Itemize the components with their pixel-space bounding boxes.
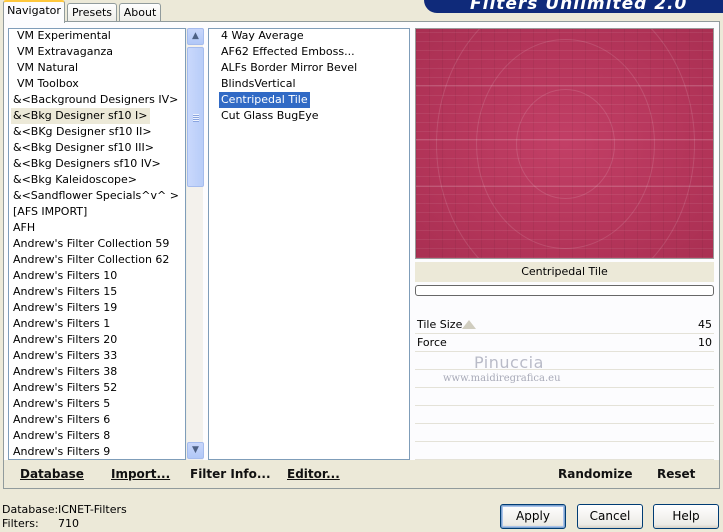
filter-info-button[interactable]: Filter Info... [190,460,271,488]
app-banner: Filters Unlimited 2.0 [424,0,723,13]
category-item[interactable]: Andrew's Filters 9 [11,444,112,459]
filter-item[interactable]: ALFs Border Mirror Bevel [219,60,359,76]
help-button[interactable]: Help [653,504,719,529]
category-item[interactable]: &<BKg Designer sf10 II> [11,124,154,140]
category-item[interactable]: VM Natural [15,60,80,76]
tab-about[interactable]: About [119,3,161,23]
param-empty-row [415,352,714,370]
category-item[interactable]: Andrew's Filters 19 [11,300,119,316]
app-title: Filters Unlimited 2.0 [470,0,688,13]
category-item[interactable]: &<Sandflower Specials^v^ > [11,188,181,204]
selected-filter-name: Centripedal Tile [415,262,714,282]
watermark-url: www.maidiregrafica.eu [443,373,561,384]
category-item[interactable]: Andrew's Filters 1 [11,316,112,332]
import-button[interactable]: Import... [111,460,170,488]
editor-label: Editor... [287,467,340,481]
category-scrollbar[interactable]: ▲ ▼ [186,28,204,460]
progress-bar [415,285,714,296]
cancel-button[interactable]: Cancel [577,504,643,529]
category-item[interactable]: VM Experimental [15,29,113,44]
slider-marker-icon [462,320,476,329]
category-list[interactable]: VM Experimental VM Extravaganza VM Natural… [8,28,186,460]
category-item[interactable]: &<Bkg Kaleidoscope> [11,172,139,188]
filter-item[interactable]: BlindsVertical [219,76,298,92]
filter-list[interactable]: 4 Way Average AF62 Effected Emboss... ALFs… [208,28,410,460]
bottom-toolbar: Database Import... Filter Info... Editor… [4,460,719,488]
param-label: Tile Size [417,318,463,331]
category-item[interactable]: Andrew's Filter Collection 62 [11,252,171,268]
category-item[interactable]: VM Toolbox [15,76,81,92]
param-empty-row [415,388,714,406]
category-item[interactable]: Andrew's Filters 6 [11,412,112,428]
param-empty-row [415,424,714,442]
category-item[interactable]: Andrew's Filters 52 [11,380,119,396]
param-empty-row [415,406,714,424]
scroll-up-button[interactable]: ▲ [187,28,204,45]
category-item[interactable]: &<Bkg Designer sf10 I> [11,108,150,124]
category-item[interactable]: &<Bkg Designer sf10 III> [11,140,156,156]
editor-button[interactable]: Editor... [287,460,340,488]
preview-image [415,28,714,259]
filters-count-label: Filters: [2,517,39,530]
category-item[interactable]: Andrew's Filters 20 [11,332,119,348]
param-force[interactable]: Force 10 [415,334,714,352]
scroll-thumb[interactable] [187,47,204,187]
category-item[interactable]: &<Background Designers IV> [11,92,180,108]
watermark-name: Pinuccia [474,353,544,372]
reset-button[interactable]: Reset [657,460,695,488]
category-item[interactable]: Andrew's Filters 33 [11,348,119,364]
parameter-list: Tile Size 45 Force 10 [415,316,714,460]
import-label: Import... [111,467,171,481]
param-value: 45 [698,318,712,331]
filter-item[interactable]: Cut Glass BugEye [219,108,320,124]
tab-presets[interactable]: Presets [67,3,117,23]
database-status-value: ICNET-Filters [58,503,127,516]
filter-item[interactable]: Centripedal Tile [219,92,310,108]
database-button[interactable]: Database [20,460,84,488]
filters-count-value: 710 [58,517,79,530]
database-label: Database [20,467,84,481]
category-item[interactable]: Andrew's Filters 10 [11,268,119,284]
category-item[interactable]: Andrew's Filter Collection 59 [11,236,171,252]
category-item[interactable]: AFH [11,220,37,236]
tab-navigator[interactable]: Navigator [3,0,65,23]
param-label: Force [417,336,447,349]
category-item[interactable]: Andrew's Filters 38 [11,364,119,380]
randomize-button[interactable]: Randomize [558,460,632,488]
filter-info-label: Filter Info... [190,467,271,481]
param-tile-size[interactable]: Tile Size 45 [415,316,714,334]
filter-item[interactable]: 4 Way Average [219,29,306,44]
category-item[interactable]: Andrew's Filters 8 [11,428,112,444]
category-item[interactable]: VM Extravaganza [15,44,115,60]
category-item[interactable]: [AFS IMPORT] [11,204,89,220]
database-status-label: Database: [2,503,59,516]
category-item[interactable]: Andrew's Filters 5 [11,396,112,412]
grip-icon [193,114,199,122]
param-empty-row [415,442,714,460]
chevron-up-icon: ▲ [192,31,199,41]
scroll-down-button[interactable]: ▼ [187,442,204,459]
chevron-down-icon: ▼ [192,445,199,455]
apply-button[interactable]: Apply [500,504,566,529]
filter-item[interactable]: AF62 Effected Emboss... [219,44,357,60]
category-item[interactable]: &<Bkg Designers sf10 IV> [11,156,163,172]
category-item[interactable]: Andrew's Filters 15 [11,284,119,300]
param-value: 10 [698,336,712,349]
